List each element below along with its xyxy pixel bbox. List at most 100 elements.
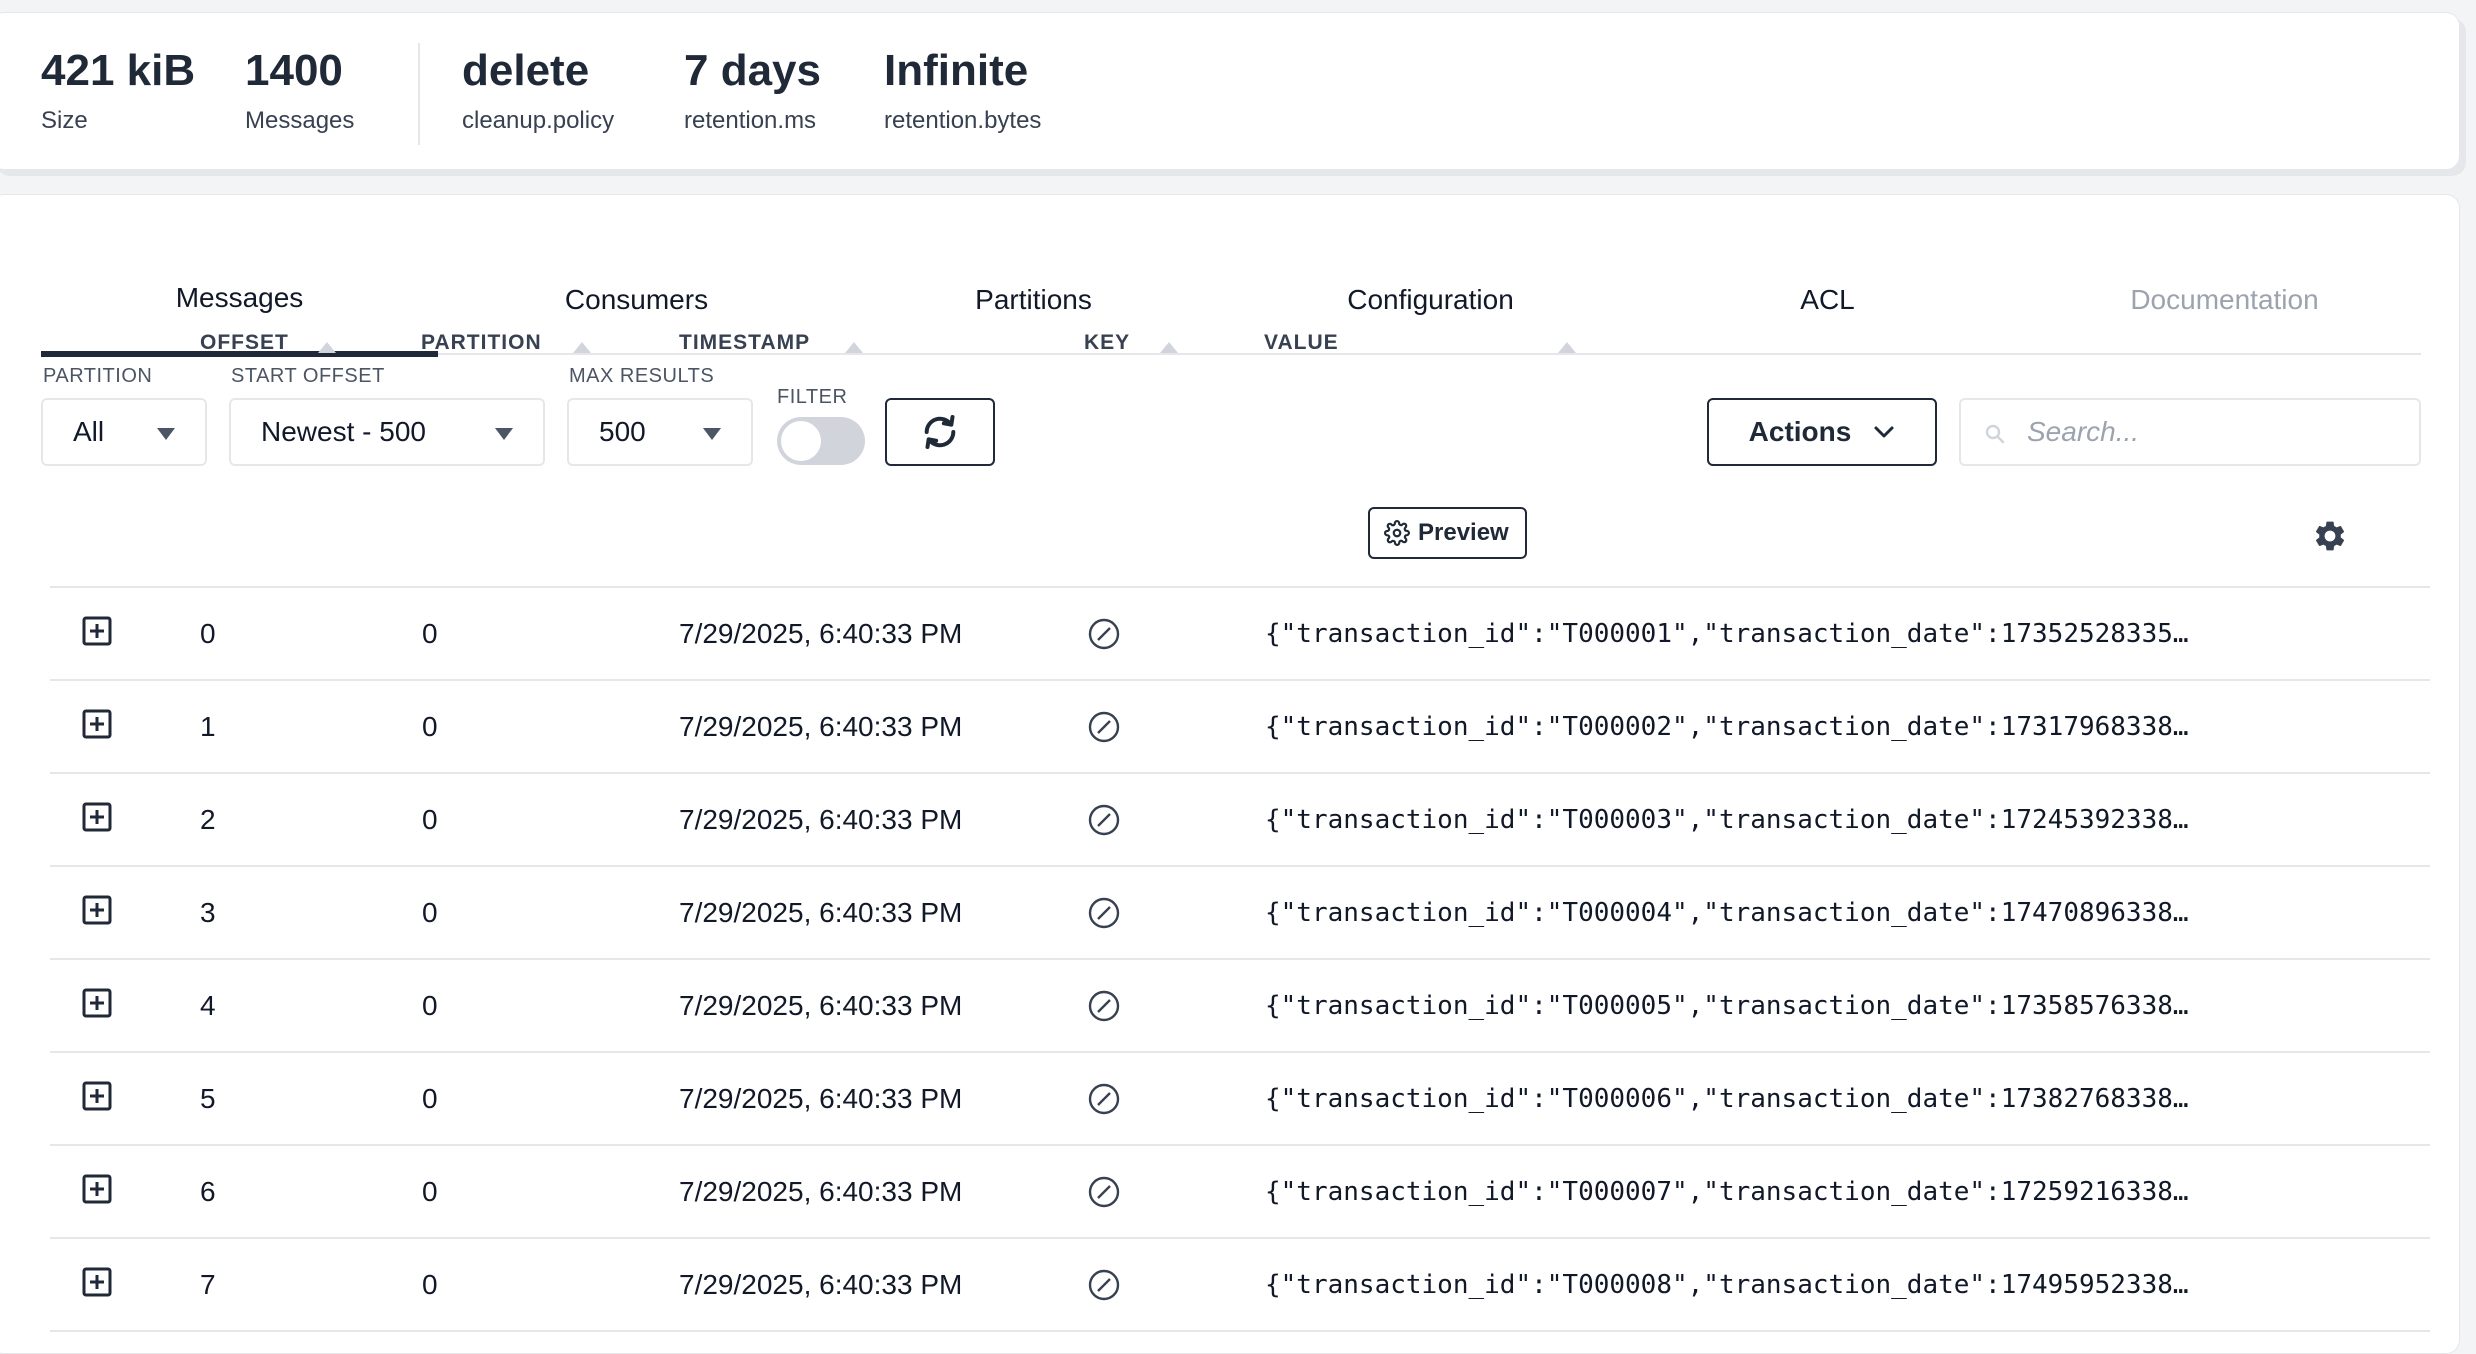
timestamp-cell: 7/29/2025, 6:40:33 PM [679, 1082, 963, 1114]
caret-down-icon [703, 428, 721, 440]
stat-label: cleanup.policy [462, 107, 615, 134]
null-key-icon [1088, 804, 1120, 836]
max-results-select-value: 500 [599, 416, 646, 447]
sort-offset-icon[interactable] [318, 342, 336, 353]
tab-bar: Messages Consumers Partitions Configurat… [41, 245, 2421, 357]
value-cell: {"transaction_id":"T000002","transaction… [1265, 711, 2189, 742]
stat-value: 1400 [245, 46, 343, 95]
timestamp-cell: 7/29/2025, 6:40:33 PM [679, 989, 963, 1021]
offset-cell: 6 [200, 1175, 216, 1207]
topic-stats-card: 421 kiB Size 1400 Messages delete cleanu… [0, 12, 2460, 170]
start-offset-label: START OFFSET [231, 365, 385, 387]
null-key-icon [1088, 618, 1120, 650]
table-row[interactable]: 7 0 7/29/2025, 6:40:33 PM {"transaction_id"… [50, 1239, 2430, 1332]
offset-cell: 3 [200, 896, 216, 928]
offset-cell: 4 [200, 989, 216, 1021]
value-cell: {"transaction_id":"T000001","transaction… [1265, 618, 2189, 649]
partition-cell: 0 [422, 803, 438, 835]
value-cell: {"transaction_id":"T000003","transaction… [1265, 804, 2189, 835]
value-cell: {"transaction_id":"T000005","transaction… [1265, 990, 2189, 1021]
offset-cell: 2 [200, 803, 216, 835]
actions-dropdown-button[interactable]: Actions [1707, 398, 1937, 466]
column-header-offset: OFFSET [200, 331, 289, 354]
column-header-timestamp: TIMESTAMP [679, 331, 811, 354]
partition-select[interactable]: All [41, 398, 207, 466]
sort-value-icon[interactable] [1558, 342, 1576, 353]
expand-row-icon[interactable] [82, 802, 112, 832]
stat-label: Size [41, 107, 88, 134]
value-cell: {"transaction_id":"T000007","transaction… [1265, 1176, 2189, 1207]
sort-timestamp-icon[interactable] [845, 342, 863, 353]
stat-retention-ms: 7 days retention.ms [684, 49, 821, 135]
tab-partitions[interactable]: Partitions [835, 245, 1232, 355]
expand-row-icon[interactable] [82, 1174, 112, 1204]
table-row[interactable]: 0 0 7/29/2025, 6:40:33 PM {"transaction_id"… [50, 588, 2430, 681]
column-header-key: KEY [1084, 331, 1131, 354]
expand-row-icon[interactable] [82, 988, 112, 1018]
table-row[interactable]: 3 0 7/29/2025, 6:40:33 PM {"transaction_id"… [50, 867, 2430, 960]
preview-label: Preview [1418, 519, 1509, 546]
start-offset-select-value: Newest - 500 [261, 416, 426, 447]
expand-row-icon[interactable] [82, 709, 112, 739]
stat-value: 7 days [684, 46, 821, 95]
stats-divider [418, 43, 420, 145]
partition-label: PARTITION [43, 365, 153, 387]
offset-cell: 7 [200, 1268, 216, 1300]
sort-key-icon[interactable] [1160, 342, 1178, 353]
timestamp-cell: 7/29/2025, 6:40:33 PM [679, 803, 963, 835]
table-row[interactable]: 5 0 7/29/2025, 6:40:33 PM {"transaction_id"… [50, 1053, 2430, 1146]
stat-retention-bytes: Infinite retention.bytes [884, 49, 1041, 135]
stat-cleanup-policy: delete cleanup.policy [462, 49, 614, 135]
tab-acl[interactable]: ACL [1629, 245, 2026, 355]
timestamp-cell: 7/29/2025, 6:40:33 PM [679, 1175, 963, 1207]
value-cell: {"transaction_id":"T000006","transaction… [1265, 1083, 2189, 1114]
caret-down-icon [495, 428, 513, 440]
table-row[interactable]: 4 0 7/29/2025, 6:40:33 PM {"transaction_id"… [50, 960, 2430, 1053]
table-row[interactable]: 6 0 7/29/2025, 6:40:33 PM {"transaction_id"… [50, 1146, 2430, 1239]
table-row[interactable]: 1 0 7/29/2025, 6:40:33 PM {"transaction_id"… [50, 681, 2430, 774]
expand-row-icon[interactable] [82, 1081, 112, 1111]
stat-label: retention.bytes [884, 107, 1042, 134]
stat-value: 421 kiB [41, 46, 196, 95]
expand-row-icon[interactable] [82, 1267, 112, 1297]
search-icon [1985, 424, 2005, 444]
partition-cell: 0 [422, 896, 438, 928]
stat-label: retention.ms [684, 107, 817, 134]
stat-messages: 1400 Messages [245, 49, 354, 135]
timestamp-cell: 7/29/2025, 6:40:33 PM [679, 1268, 963, 1300]
expand-row-icon[interactable] [82, 895, 112, 925]
offset-cell: 5 [200, 1082, 216, 1114]
partition-cell: 0 [422, 710, 438, 742]
settings-gear-icon [2316, 521, 2345, 551]
filter-label: FILTER [777, 386, 848, 408]
refresh-button[interactable] [885, 398, 995, 466]
preview-button[interactable]: Preview [1368, 507, 1527, 559]
value-cell: {"transaction_id":"T000004","transaction… [1265, 897, 2189, 928]
filter-toggle[interactable] [777, 417, 865, 465]
column-header-partition: PARTITION [421, 331, 542, 354]
start-offset-select[interactable]: Newest - 500 [229, 398, 545, 466]
partition-cell: 0 [422, 617, 438, 649]
value-cell: {"transaction_id":"T000008","transaction… [1265, 1269, 2189, 1300]
max-results-select[interactable]: 500 [567, 398, 753, 466]
stat-label: Messages [245, 107, 355, 134]
expand-row-icon[interactable] [82, 616, 112, 646]
tab-documentation: Documentation [2130, 284, 2319, 315]
search-input[interactable] [2027, 416, 2387, 448]
timestamp-cell: 7/29/2025, 6:40:33 PM [679, 617, 963, 649]
actions-label: Actions [1748, 416, 1852, 447]
partition-cell: 0 [422, 1268, 438, 1300]
null-key-icon [1088, 897, 1120, 929]
search-field[interactable] [1959, 398, 2421, 466]
sort-partition-icon[interactable] [573, 342, 591, 353]
toggle-knob [781, 421, 821, 461]
chevron-down-icon [1874, 426, 1894, 438]
table-row[interactable]: 2 0 7/29/2025, 6:40:33 PM {"transaction_id"… [50, 774, 2430, 867]
column-settings-button[interactable] [2312, 518, 2348, 559]
gear-icon [1384, 520, 1410, 546]
column-header-value: VALUE [1264, 331, 1339, 354]
caret-down-icon [157, 428, 175, 440]
timestamp-cell: 7/29/2025, 6:40:33 PM [679, 896, 963, 928]
stat-value: delete [462, 46, 590, 95]
null-key-icon [1088, 711, 1120, 743]
